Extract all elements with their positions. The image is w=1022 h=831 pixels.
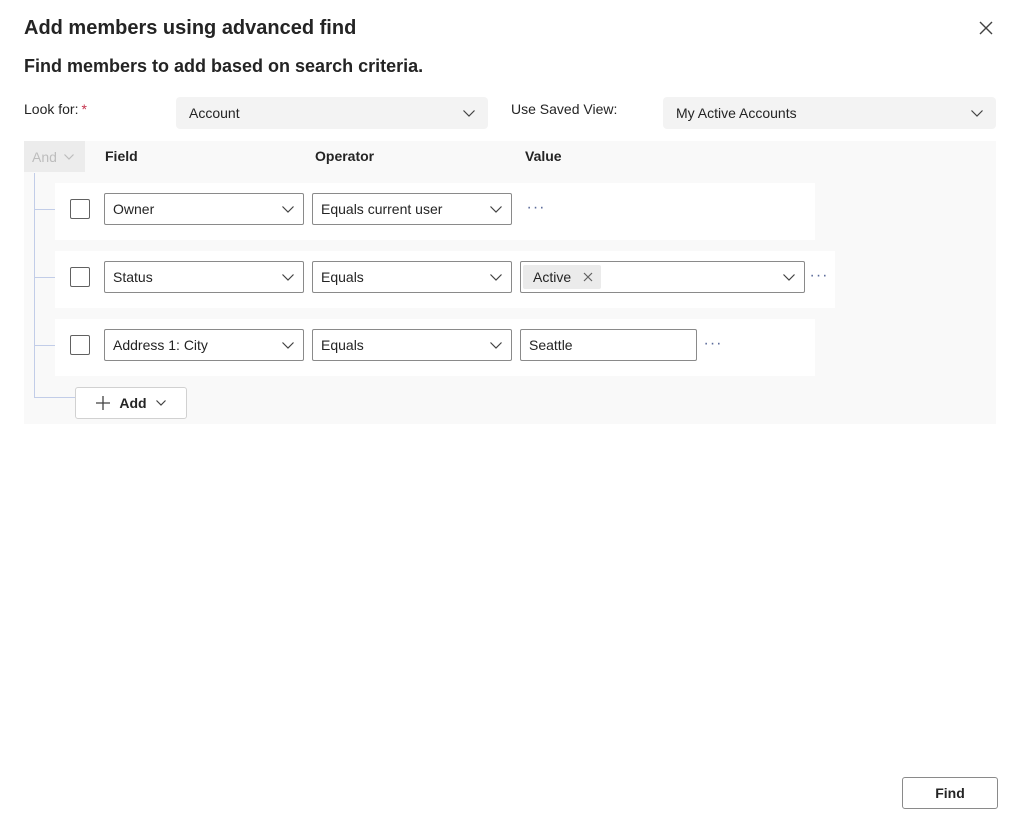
field-select[interactable]: Address 1: City xyxy=(104,329,304,361)
value-input[interactable]: Seattle xyxy=(520,329,697,361)
saved-view-value: My Active Accounts xyxy=(676,105,797,121)
chevron-down-icon xyxy=(155,400,166,406)
add-label: Add xyxy=(119,395,147,411)
row-checkbox[interactable] xyxy=(70,199,90,219)
row-checkbox[interactable] xyxy=(70,267,90,287)
saved-view-dropdown[interactable]: My Active Accounts xyxy=(663,97,996,129)
chevron-down-icon xyxy=(490,342,502,349)
chevron-down-icon xyxy=(783,274,795,281)
value-multiselect[interactable]: Active xyxy=(520,261,805,293)
look-for-value: Account xyxy=(189,105,240,121)
look-for-label: Look for: * xyxy=(24,101,87,117)
operator-value: Equals xyxy=(321,269,364,285)
find-button[interactable]: Find xyxy=(902,777,998,809)
field-select[interactable]: Owner xyxy=(104,193,304,225)
value-column-header: Value xyxy=(525,148,562,164)
group-operator-label: And xyxy=(32,148,57,165)
tree-branch xyxy=(34,209,55,210)
operator-value: Equals current user xyxy=(321,201,443,217)
field-value: Status xyxy=(113,269,153,285)
tree-branch xyxy=(34,277,55,278)
row-checkbox[interactable] xyxy=(70,335,90,355)
value-text: Seattle xyxy=(529,337,573,353)
operator-value: Equals xyxy=(321,337,364,353)
operator-select[interactable]: Equals xyxy=(312,329,512,361)
field-value: Address 1: City xyxy=(113,337,208,353)
chevron-down-icon xyxy=(282,206,294,213)
chevron-down-icon xyxy=(63,153,74,160)
close-button[interactable] xyxy=(972,14,1000,42)
tree-connector xyxy=(34,173,35,398)
operator-select[interactable]: Equals current user xyxy=(312,193,512,225)
operator-select[interactable]: Equals xyxy=(312,261,512,293)
chevron-down-icon xyxy=(971,110,983,117)
chevron-down-icon xyxy=(282,274,294,281)
value-tag: Active xyxy=(523,265,602,289)
operator-column-header: Operator xyxy=(315,148,375,164)
more-options-button[interactable]: ··· xyxy=(807,266,831,286)
chevron-down-icon xyxy=(490,206,502,213)
field-value: Owner xyxy=(113,201,155,217)
tree-branch xyxy=(34,397,75,398)
required-mark: * xyxy=(81,101,87,117)
dialog-subtitle: Find members to add based on search crit… xyxy=(24,56,424,76)
chevron-down-icon xyxy=(463,110,475,117)
tree-branch xyxy=(34,345,55,346)
more-options-button[interactable]: ··· xyxy=(701,334,725,354)
dialog-title: Add members using advanced find xyxy=(24,17,357,39)
look-for-dropdown[interactable]: Account xyxy=(176,97,488,129)
saved-view-label: Use Saved View: xyxy=(511,101,618,117)
value-tag-label: Active xyxy=(533,269,572,285)
group-operator-button[interactable]: And xyxy=(24,141,85,172)
plus-icon xyxy=(96,396,111,410)
field-select[interactable]: Status xyxy=(104,261,304,293)
chevron-down-icon xyxy=(490,274,502,281)
more-options-button[interactable]: ··· xyxy=(524,198,548,218)
remove-tag-icon[interactable] xyxy=(583,272,593,282)
add-condition-button[interactable]: Add xyxy=(75,387,187,419)
chevron-down-icon xyxy=(282,342,294,349)
close-icon xyxy=(979,21,993,35)
field-column-header: Field xyxy=(105,148,138,164)
